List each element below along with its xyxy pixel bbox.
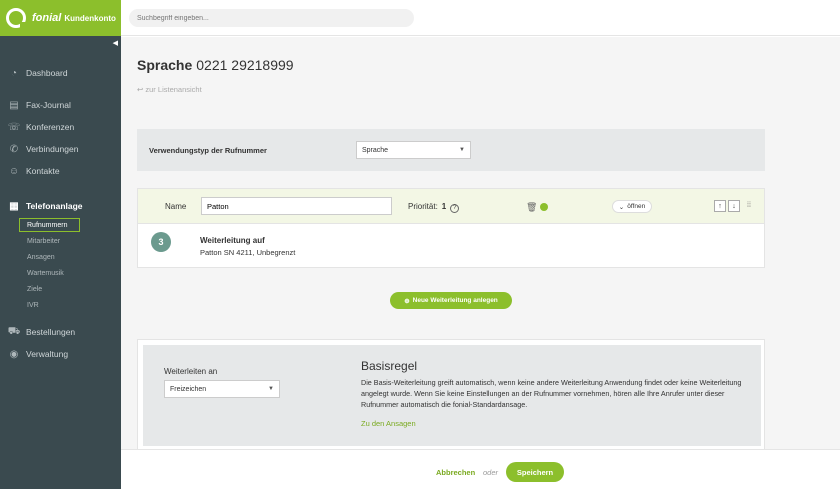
trash-icon[interactable]: 🗑: [526, 202, 537, 213]
sub-wartemusik[interactable]: Wartemusik: [19, 265, 121, 281]
caret-down-icon: ▼: [459, 147, 465, 153]
sidebar: fonial Kundenkonto ◀ ◔ Dashboard ▤ Fax-J…: [0, 0, 121, 489]
add-forward-button[interactable]: ⊕ Neue Weiterleitung anlegen: [390, 292, 512, 309]
open-button[interactable]: ⌄ öffnen: [612, 200, 652, 213]
usage-type-label: Verwendungstyp der Rufnummer: [149, 146, 267, 155]
reorder-buttons: ↑ ↓: [714, 200, 740, 212]
back-link[interactable]: ↩ zur Listenansicht: [137, 85, 202, 94]
nav-label: Verwaltung: [26, 349, 69, 359]
forward-to-select[interactable]: Freizeichen ▼: [164, 380, 280, 398]
priority-label: Priorität:: [408, 202, 438, 211]
nav-label: Fax-Journal: [26, 100, 71, 110]
save-button[interactable]: Speichern: [506, 462, 564, 482]
page-title: Sprache 0221 29218999: [137, 57, 294, 73]
collapse-sidebar-icon[interactable]: ◀: [113, 39, 118, 47]
move-down-icon[interactable]: ↓: [728, 200, 740, 212]
page-title-text: Sprache: [137, 57, 193, 73]
nav-label: Kontakte: [26, 166, 60, 176]
fax-icon: ▤: [9, 99, 19, 111]
chevron-down-icon: ⌄: [618, 203, 625, 211]
conference-icon: ☏: [7, 121, 21, 133]
nav-label: Dashboard: [26, 68, 68, 78]
pbx-icon: ▦: [9, 200, 19, 212]
forward-rule-header: Name Priorität:1? 🗑 ⌄ öffnen ↑ ↓ ⁞⁞: [138, 189, 764, 224]
forward-rule-card: Name Priorität:1? 🗑 ⌄ öffnen ↑ ↓ ⁞⁞ 3 We…: [137, 188, 765, 268]
brand[interactable]: fonial Kundenkonto: [0, 0, 121, 36]
cancel-button[interactable]: Abbrechen: [436, 468, 475, 477]
sub-rufnummern[interactable]: Rufnummern: [19, 218, 80, 232]
priority-value: 1: [441, 202, 447, 211]
nav-verwaltung[interactable]: ◉ Verwaltung: [0, 343, 121, 365]
base-rule-text: Die Basis-Weiterleitung greift automatis…: [361, 378, 742, 409]
fonial-logo-icon: [6, 8, 26, 28]
back-link-label: zur Listenansicht: [145, 85, 202, 94]
plus-circle-icon: ⊕: [404, 297, 410, 305]
priority: Priorität: 1?: [408, 202, 460, 213]
nav-label: Konferenzen: [26, 122, 75, 132]
dashboard-icon: ◔: [10, 67, 18, 79]
sub-ivr[interactable]: IVR: [19, 297, 121, 313]
main-content: Sprache 0221 29218999 ↩ zur Listenansicht…: [121, 37, 840, 449]
cart-icon: ⛟: [7, 325, 21, 337]
name-label: Name: [165, 202, 187, 211]
rule-name-input[interactable]: [201, 197, 392, 215]
sub-ansagen[interactable]: Ansagen: [19, 249, 121, 265]
add-forward-label: Neue Weiterleitung anlegen: [412, 297, 498, 304]
nav-kontakte[interactable]: ☺ Kontakte: [0, 160, 121, 182]
usage-type-value: Sprache: [362, 146, 389, 154]
forward-to-value: Freizeichen: [170, 385, 207, 393]
usage-type-select[interactable]: Sprache ▼: [356, 141, 471, 159]
user-settings-icon: ◉: [9, 348, 19, 360]
main-nav: ◔ Dashboard ▤ Fax-Journal ☏ Konferenzen …: [0, 62, 121, 365]
nav-label: Verbindungen: [26, 144, 79, 154]
sub-mitarbeiter[interactable]: Mitarbeiter: [19, 233, 121, 249]
nav-bestellungen[interactable]: ⛟ Bestellungen: [0, 321, 121, 343]
nav-label: Bestellungen: [26, 327, 76, 337]
caret-down-icon: ▼: [268, 386, 274, 392]
open-label: öffnen: [627, 203, 646, 210]
nav-fax-journal[interactable]: ▤ Fax-Journal: [0, 94, 121, 116]
return-arrow-icon: ↩: [137, 85, 144, 94]
phone-icon: ✆: [9, 143, 19, 155]
contacts-icon: ☺: [8, 165, 20, 177]
base-rule-title: Basisregel: [361, 359, 418, 373]
status-dot[interactable]: [540, 203, 548, 211]
move-up-icon[interactable]: ↑: [714, 200, 726, 212]
forward-to-label: Weiterleiten an: [164, 367, 218, 376]
brand-name: fonial: [32, 12, 62, 24]
telefonanlage-submenu: Rufnummern Mitarbeiter Ansagen Wartemusi…: [0, 218, 121, 313]
base-rule-inner: Weiterleiten an Freizeichen ▼ Basisregel…: [143, 345, 761, 446]
forward-detail: Patton SN 4211, Unbegrenzt: [200, 248, 296, 257]
sub-ziele[interactable]: Ziele: [19, 281, 121, 297]
nav-verbindungen[interactable]: ✆ Verbindungen: [0, 138, 121, 160]
nav-telefonanlage[interactable]: ▦ Telefonanlage: [0, 195, 121, 217]
base-rule-panel: Weiterleiten an Freizeichen ▼ Basisregel…: [137, 339, 765, 449]
nav-dashboard[interactable]: ◔ Dashboard: [0, 62, 121, 84]
nav-label: Telefonanlage: [26, 201, 83, 211]
search-input[interactable]: [129, 9, 414, 27]
topbar: [121, 0, 840, 36]
usage-type-panel: Verwendungstyp der Rufnummer Sprache ▼: [137, 129, 765, 171]
announcements-link[interactable]: Zu den Ansagen: [361, 419, 416, 428]
forward-title: Weiterleitung auf: [200, 236, 265, 245]
phone-number: 0221 29218999: [196, 57, 294, 73]
step-number: 3: [151, 232, 171, 252]
or-text: oder: [483, 468, 499, 477]
footer-actions: Abbrechen oder Speichern: [121, 449, 840, 489]
nav-konferenzen[interactable]: ☏ Konferenzen: [0, 116, 121, 138]
drag-handle-icon[interactable]: ⁞⁞: [747, 202, 751, 209]
brand-sub: Kundenkonto: [64, 13, 116, 23]
help-icon[interactable]: ?: [450, 204, 460, 213]
